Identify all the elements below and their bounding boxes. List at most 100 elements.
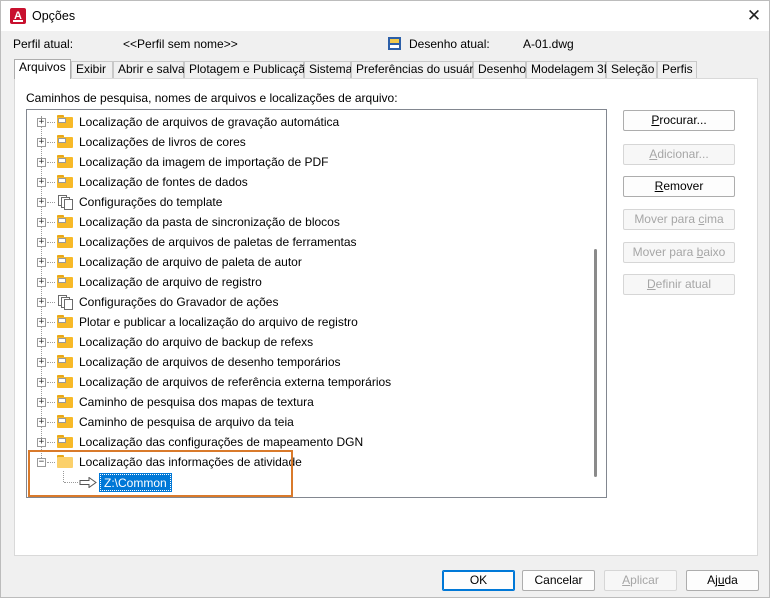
folder-icon	[57, 415, 73, 428]
expand-icon[interactable]: +	[37, 218, 46, 227]
search-paths-label: Caminhos de pesquisa, nomes de arquivos …	[26, 91, 398, 105]
folder-paper-shape	[58, 258, 66, 263]
tree-item[interactable]: + Localizações de livros de cores	[27, 132, 587, 152]
folder-paper-shape	[58, 218, 66, 223]
tab-exibir[interactable]: Exibir	[71, 61, 113, 78]
annotation-highlight-box	[28, 450, 293, 497]
window-title: Opções	[32, 9, 76, 23]
expand-icon[interactable]: +	[37, 438, 46, 447]
file-paths-tree[interactable]: + Localização de arquivos de gravação aut…	[26, 109, 607, 498]
expand-icon[interactable]: +	[37, 358, 46, 367]
current-profile-label: Perfil atual:	[13, 37, 74, 51]
btn-text: Mover para	[632, 245, 697, 259]
folder-paper-shape	[58, 118, 66, 123]
tree-item-label: Localização de arquivo de registro	[79, 275, 262, 289]
expand-icon[interactable]: +	[37, 298, 46, 307]
tab-abrir-e-salvar[interactable]: Abrir e salvar	[113, 61, 189, 78]
ok-button[interactable]: OK	[442, 570, 515, 591]
tree-item[interactable]: + Configurações do template	[27, 192, 587, 212]
expand-icon[interactable]: +	[37, 418, 46, 427]
tree-connector-line	[47, 282, 55, 283]
expand-icon[interactable]: +	[37, 198, 46, 207]
tree-connector-line	[47, 422, 55, 423]
tab-modelagem-3d[interactable]: Modelagem 3D	[526, 61, 612, 78]
expand-icon[interactable]: +	[37, 318, 46, 327]
tree-item-label: Localização das configurações de mapeame…	[79, 435, 364, 449]
tab-perfis[interactable]: Perfis	[657, 61, 697, 78]
folder-paper-shape	[58, 278, 66, 283]
folder-paper-shape	[58, 318, 66, 323]
expand-icon[interactable]: +	[37, 178, 46, 187]
tab-arquivos[interactable]: Arquivos	[14, 59, 71, 79]
move-down-button[interactable]: Mover para baixo	[623, 242, 735, 263]
tab-preferencias-do-usuario[interactable]: Preferências do usuário	[351, 61, 483, 78]
folder-icon	[57, 355, 73, 368]
move-up-button[interactable]: Mover para cima	[623, 209, 735, 230]
tree-connector-line	[47, 162, 55, 163]
tree-item[interactable]: + Localização de fontes de dados	[27, 172, 587, 192]
tree-item[interactable]: + Localização de arquivo de registro	[27, 272, 587, 292]
folder-paper-shape	[58, 438, 66, 443]
autocad-app-icon: A	[10, 8, 26, 24]
tree-item[interactable]: + Localizações de arquivos de paletas de …	[27, 232, 587, 252]
tree-item[interactable]: + Localização de arquivo de paleta de aut…	[27, 252, 587, 272]
folder-paper-shape	[58, 358, 66, 363]
btn-accel: A	[622, 573, 631, 587]
expand-icon[interactable]: +	[37, 138, 46, 147]
tab-plotagem-e-publicacao[interactable]: Plotagem e Publicação	[184, 61, 312, 78]
current-profile-value: <<Perfil sem nome>>	[123, 37, 238, 51]
expand-icon[interactable]: +	[37, 378, 46, 387]
title-bar: A Opções ✕	[1, 1, 769, 31]
expand-icon[interactable]: +	[37, 158, 46, 167]
tree-item-label: Localizações de arquivos de paletas de f…	[79, 235, 357, 249]
browse-button[interactable]: Procurar...	[623, 110, 735, 131]
folder-icon	[57, 155, 73, 168]
tree-item[interactable]: + Localização de arquivos de referência e…	[27, 372, 587, 392]
expand-icon[interactable]: +	[37, 118, 46, 127]
set-current-button[interactable]: Definir atual	[623, 274, 735, 295]
btn-text: aixo	[703, 245, 726, 259]
tree-connector-line	[47, 342, 55, 343]
tab-sistema[interactable]: Sistema	[304, 61, 352, 78]
tab-selecao[interactable]: Seleção	[606, 61, 657, 78]
folder-paper-shape	[58, 398, 66, 403]
tree-item[interactable]: + Localização do arquivo de backup de ref…	[27, 332, 587, 352]
expand-icon[interactable]: +	[37, 258, 46, 267]
tree-item-label: Caminho de pesquisa dos mapas de textura	[79, 395, 314, 409]
expand-icon[interactable]: +	[37, 398, 46, 407]
tree-connector-line	[47, 222, 55, 223]
folder-icon	[57, 115, 73, 128]
expand-icon[interactable]: +	[37, 238, 46, 247]
tree-item[interactable]: + Localização de arquivos de desenho temp…	[27, 352, 587, 372]
tree-item[interactable]: + Localização de arquivos de gravação aut…	[27, 112, 587, 132]
close-icon[interactable]: ✕	[738, 1, 770, 31]
tree-connector-line	[47, 142, 55, 143]
help-button[interactable]: Ajuda	[686, 570, 759, 591]
expand-icon[interactable]: +	[37, 278, 46, 287]
tree-item[interactable]: + Configurações do Gravador de ações	[27, 292, 587, 312]
folder-icon	[57, 315, 73, 328]
drawing-file-icon	[388, 37, 401, 50]
tree-item[interactable]: + Plotar e publicar a localização do arqu…	[27, 312, 587, 332]
tree-item[interactable]: + Caminho de pesquisa de arquivo da teia	[27, 412, 587, 432]
expand-icon[interactable]: +	[37, 338, 46, 347]
cancel-button[interactable]: Cancelar	[522, 570, 595, 591]
tree-connector-line	[47, 322, 55, 323]
tree-item[interactable]: + Localização da imagem de importação de …	[27, 152, 587, 172]
tree-connector-line	[47, 362, 55, 363]
folder-icon	[57, 215, 73, 228]
btn-text: emover	[663, 179, 704, 193]
tree-scrollbar-thumb[interactable]	[594, 249, 597, 477]
tree-item[interactable]: + Caminho de pesquisa dos mapas de textur…	[27, 392, 587, 412]
apply-button[interactable]: Aplicar	[604, 570, 677, 591]
tree-connector-line	[47, 262, 55, 263]
tree-item-label: Localização da imagem de importação de P…	[79, 155, 329, 169]
tree-item[interactable]: + Localização das configurações de mapeam…	[27, 432, 587, 452]
tree-connector-line	[47, 182, 55, 183]
tree-item-label: Configurações do Gravador de ações	[79, 295, 279, 309]
btn-text: Aj	[707, 573, 718, 587]
tree-item[interactable]: + Localização da pasta de sincronização d…	[27, 212, 587, 232]
tab-desenho[interactable]: Desenho	[473, 61, 526, 78]
remove-button[interactable]: Remover	[623, 176, 735, 197]
add-button[interactable]: Adicionar...	[623, 144, 735, 165]
